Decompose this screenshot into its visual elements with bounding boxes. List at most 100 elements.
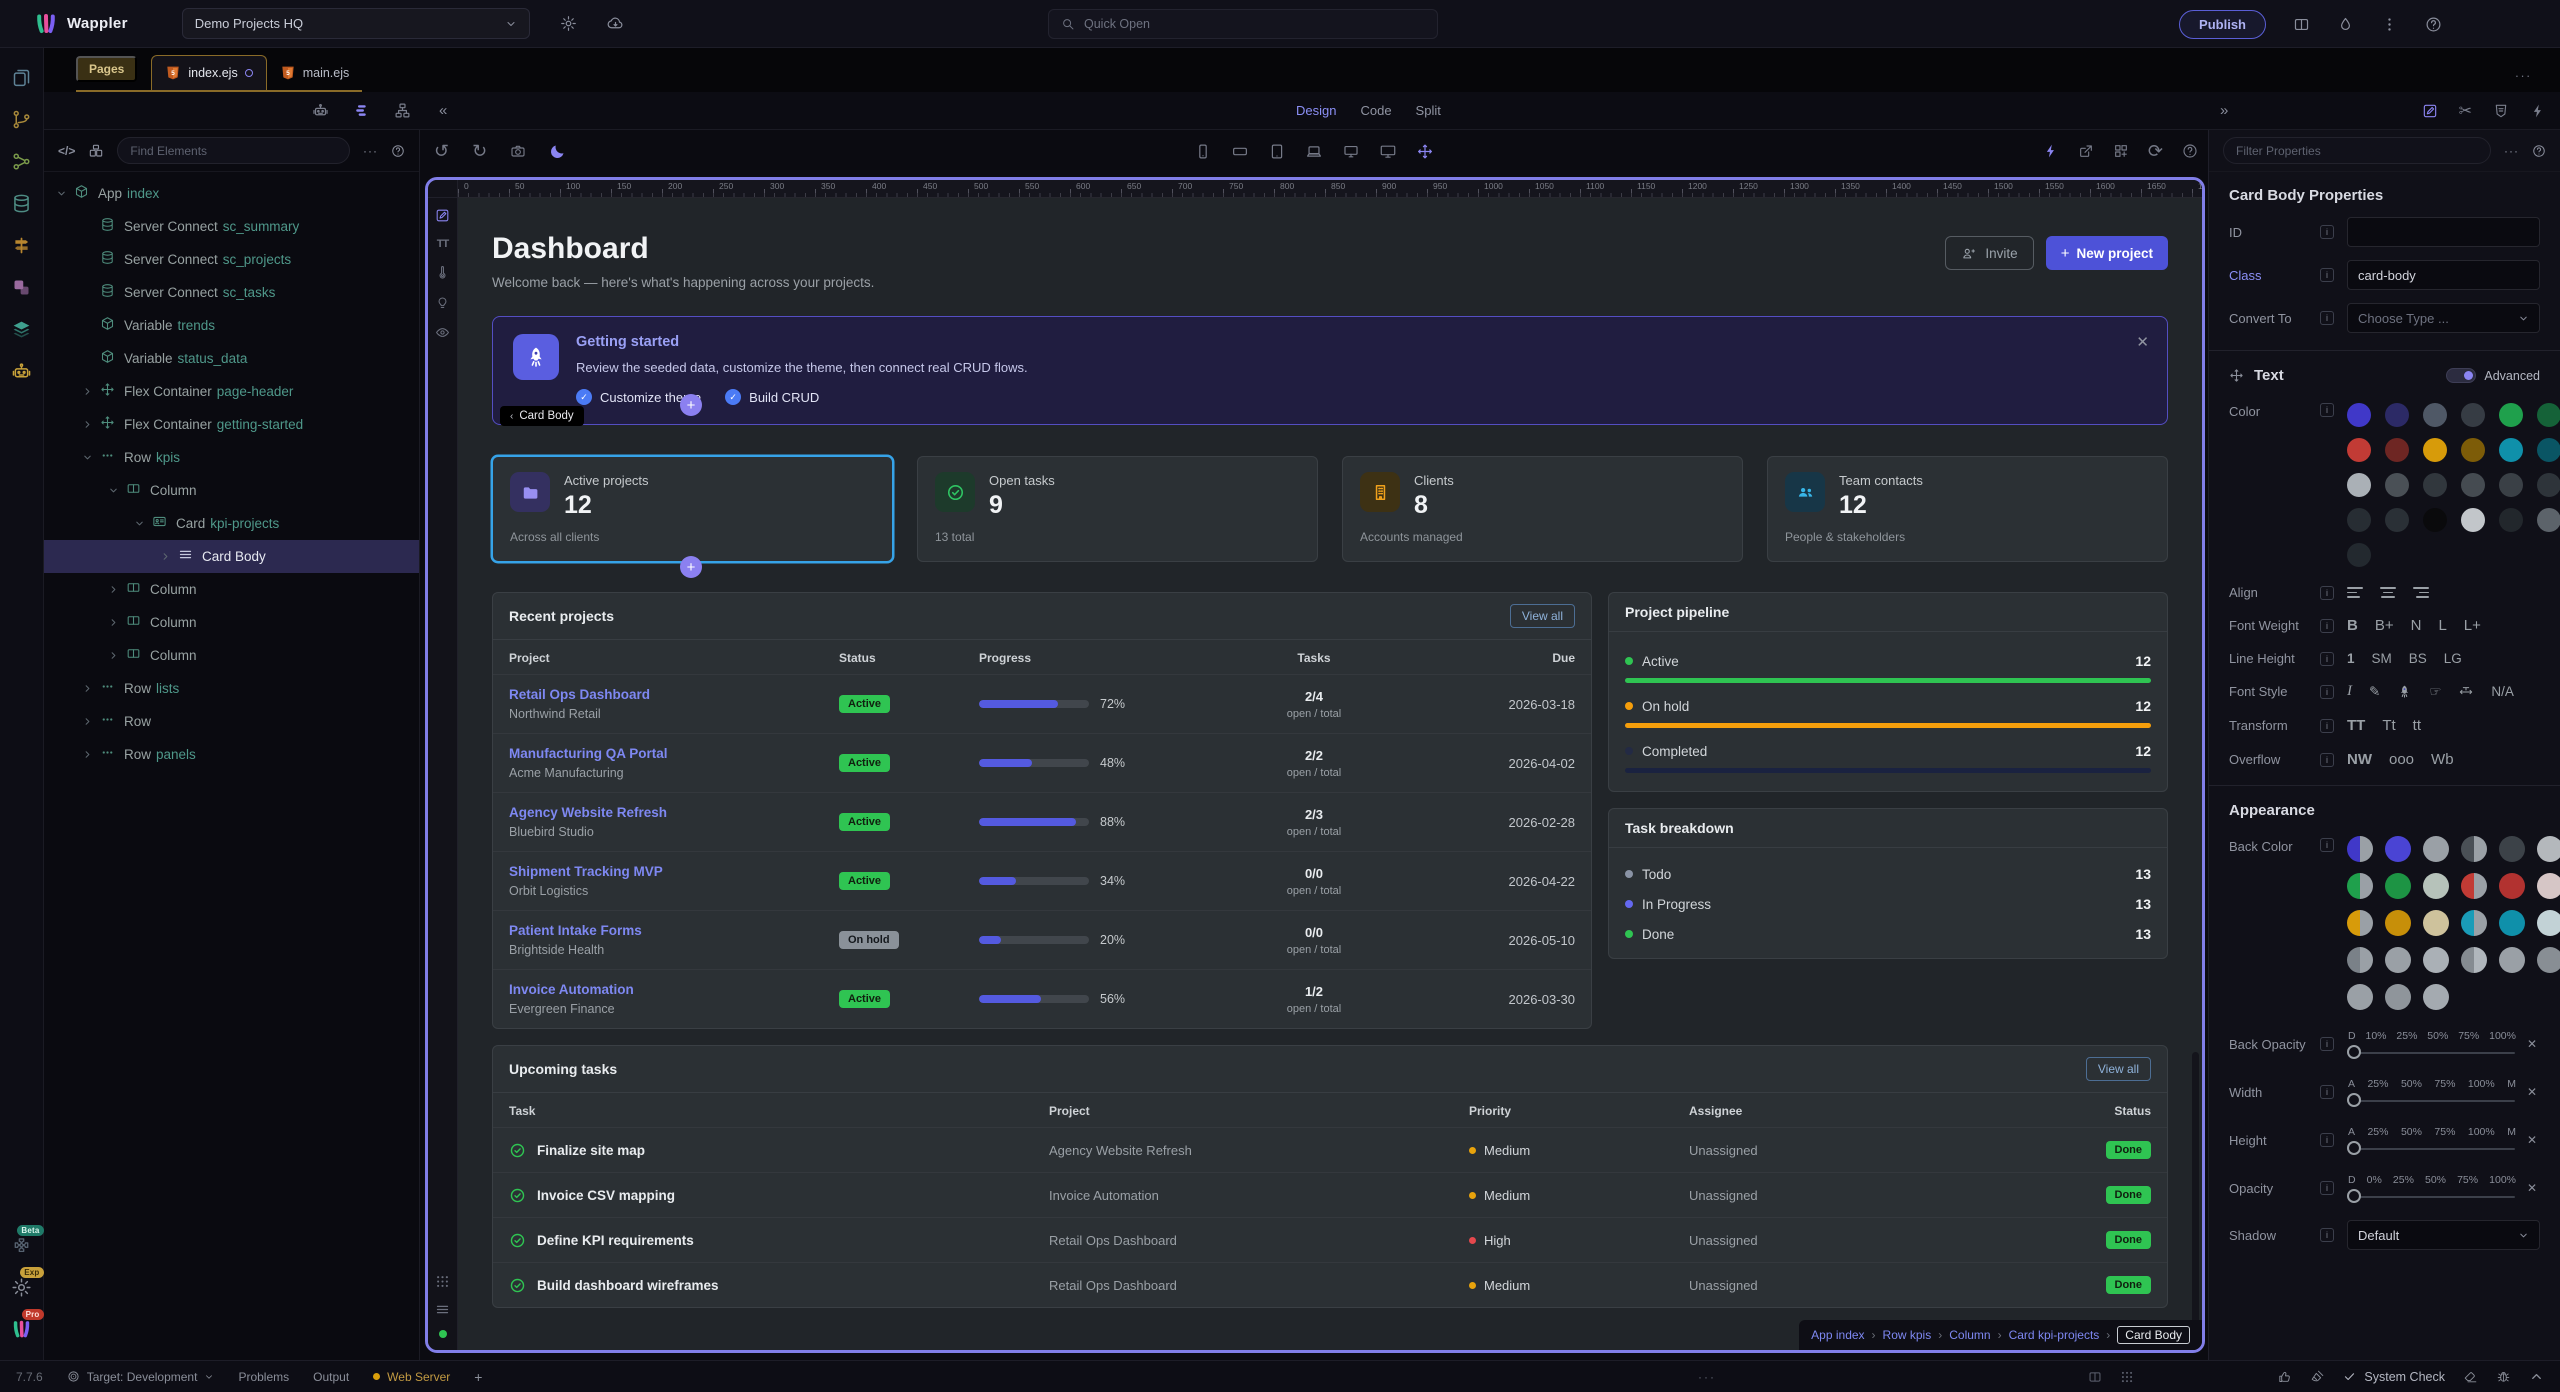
panel-toggle-icon[interactable] [2088, 1370, 2102, 1384]
expand-panel-icon[interactable]: » [2220, 102, 2228, 119]
tree-item-trends[interactable]: Variabletrends [44, 309, 419, 342]
color-swatch[interactable] [2385, 947, 2411, 973]
hand-icon[interactable]: ☞ [2429, 684, 2441, 700]
italic-icon[interactable]: I [2347, 683, 2352, 700]
close-icon[interactable]: ✕ [2136, 333, 2149, 351]
tab-main.ejs[interactable]: 5main.ejs [267, 55, 363, 90]
props-more-icon[interactable]: ··· [2504, 144, 2519, 158]
view-all-projects-button[interactable]: View all [1510, 604, 1575, 628]
target-selector[interactable]: Target: Development [67, 1370, 215, 1384]
line-height-sm[interactable]: SM [2372, 651, 2392, 666]
color-swatch[interactable] [2499, 910, 2525, 936]
project-link[interactable]: Patient Intake Forms [509, 923, 839, 938]
info-icon[interactable]: i [2320, 1181, 2334, 1195]
transform-tt[interactable]: TT [2347, 717, 2365, 734]
color-swatch[interactable] [2537, 438, 2560, 462]
pages-button[interactable]: Pages [76, 56, 137, 82]
app-structure-icon[interactable] [353, 102, 370, 119]
project-link[interactable]: Manufacturing QA Portal [509, 746, 839, 761]
color-swatch[interactable] [2461, 473, 2485, 497]
view-all-tasks-button[interactable]: View all [2086, 1057, 2151, 1081]
quick-open[interactable] [1048, 9, 1438, 39]
sitemap-icon[interactable] [394, 102, 411, 119]
breadcrumb-item[interactable]: Column [1949, 1328, 1990, 1342]
apps-grid-icon[interactable] [435, 1274, 450, 1289]
tab-index.ejs[interactable]: 5index.ejs [151, 55, 266, 90]
font-weight-l[interactable]: L+ [2464, 617, 2481, 634]
undo-icon[interactable]: ↺ [434, 141, 449, 162]
layers-panel-icon[interactable] [3, 308, 41, 350]
problems-button[interactable]: Problems [238, 1370, 289, 1384]
typography-tool-icon[interactable]: TT [437, 238, 448, 250]
color-swatch[interactable] [2423, 947, 2449, 973]
tree-item-row[interactable]: Row [44, 705, 419, 738]
align-right-icon[interactable] [2413, 587, 2429, 598]
color-swatch[interactable] [2499, 947, 2525, 973]
selected-element-chip[interactable]: ‹Card Body [500, 406, 584, 426]
slider-knob[interactable] [2347, 1093, 2361, 1107]
grid-toggle-icon[interactable] [2120, 1370, 2134, 1384]
edit-tool-icon[interactable] [435, 208, 450, 223]
robot-panel-icon[interactable] [3, 350, 41, 392]
filter-properties[interactable] [2223, 137, 2491, 164]
align-center-icon[interactable] [2380, 587, 2396, 598]
system-check-button[interactable]: System Check [2343, 1370, 2445, 1384]
overflow-wb[interactable]: Wb [2431, 751, 2454, 768]
breadcrumb-item[interactable]: App index [1811, 1328, 1864, 1342]
color-swatch[interactable] [2347, 438, 2371, 462]
font-weight-n[interactable]: N [2411, 617, 2422, 634]
device-laptop-icon[interactable] [1306, 143, 1323, 160]
color-swatch[interactable] [2423, 984, 2449, 1010]
add-element-button[interactable]: + [680, 394, 702, 416]
find-elements-input[interactable] [130, 144, 337, 158]
slider-track[interactable] [2349, 1100, 2515, 1102]
signpost-panel-icon[interactable] [3, 224, 41, 266]
info-icon[interactable]: i [2320, 1133, 2334, 1147]
eraser-icon[interactable] [2463, 1369, 2478, 1384]
color-swatch[interactable] [2347, 508, 2371, 532]
slider-track[interactable] [2349, 1052, 2515, 1054]
line-height-1[interactable]: 1 [2347, 651, 2355, 666]
chevron-up-icon[interactable] [2529, 1369, 2544, 1384]
overflow-ooo[interactable]: ooo [2389, 751, 2414, 768]
git-panel-icon[interactable] [3, 98, 41, 140]
tree-item-page-header[interactable]: Flex Containerpage-header [44, 375, 419, 408]
collapse-panel-icon[interactable]: « [439, 102, 447, 119]
font-style-na[interactable]: N/A [2491, 684, 2514, 699]
bug-debug-icon[interactable] [2496, 1369, 2511, 1384]
more-tabs-icon[interactable]: ... [2515, 65, 2532, 80]
color-swatch[interactable] [2461, 947, 2487, 973]
color-swatch[interactable] [2385, 984, 2411, 1010]
idea-tool-icon[interactable] [435, 295, 450, 310]
dynamic-data-icon[interactable] [2043, 143, 2059, 159]
open-in-browser-icon[interactable] [2078, 143, 2094, 159]
color-swatch[interactable] [2461, 836, 2487, 862]
color-swatch[interactable] [2423, 508, 2447, 532]
transform-tt[interactable]: tt [2413, 717, 2421, 734]
slider-track[interactable] [2349, 1148, 2515, 1150]
slider-knob[interactable] [2347, 1189, 2361, 1203]
theme-droplet-icon[interactable] [2337, 16, 2354, 33]
color-swatch[interactable] [2385, 438, 2409, 462]
tree-item-card-body[interactable]: Card Body [44, 540, 419, 573]
line-height-bs[interactable]: BS [2409, 651, 2427, 666]
info-icon[interactable]: i [2320, 838, 2334, 852]
color-swatch[interactable] [2461, 508, 2485, 532]
color-swatch[interactable] [2537, 910, 2560, 936]
color-swatch[interactable] [2537, 873, 2560, 899]
puzzle-icon[interactable]: Beta [3, 1224, 41, 1266]
color-swatch[interactable] [2385, 508, 2409, 532]
color-swatch[interactable] [2347, 836, 2373, 862]
tree-item-lists[interactable]: Rowlists [44, 672, 419, 705]
font-weight-b[interactable]: B+ [2375, 617, 2394, 634]
clear-icon[interactable]: ✕ [2524, 1181, 2540, 1195]
rocket-style-icon[interactable] [2397, 684, 2412, 699]
tree-item-panels[interactable]: Rowpanels [44, 738, 419, 771]
color-swatch[interactable] [2423, 403, 2447, 427]
canvas-scrollbar[interactable] [2192, 1052, 2199, 1342]
info-icon[interactable]: i [2320, 1228, 2334, 1242]
new-project-button[interactable]: + New project [2046, 236, 2168, 270]
device-phone-landscape-icon[interactable] [1232, 143, 1249, 160]
color-swatch[interactable] [2537, 947, 2560, 973]
color-swatch[interactable] [2537, 836, 2560, 862]
